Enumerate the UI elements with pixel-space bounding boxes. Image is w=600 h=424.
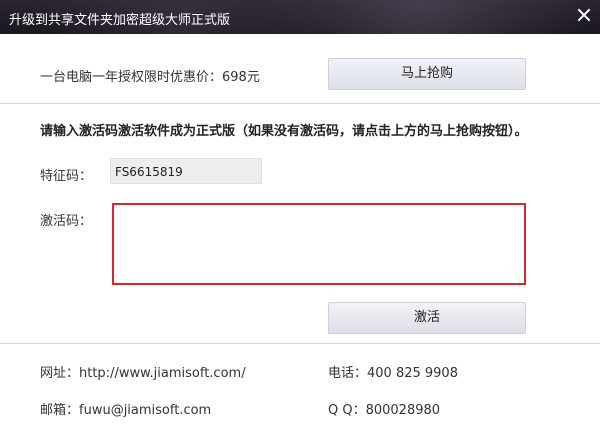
- instruction-text: 请输入激活码激活软件成为正式版（如果没有激活码，请点击上方的马上抢购按钮）。: [40, 124, 528, 139]
- window-title: 升级到共享文件夹加密超级大师正式版: [9, 13, 231, 28]
- website-text: 网址：http://www.jiamisoft.com/: [40, 366, 246, 381]
- divider: [0, 343, 600, 344]
- buy-now-button[interactable]: 马上抢购: [328, 58, 526, 90]
- activation-code-input[interactable]: [112, 203, 526, 285]
- email-text: 邮箱：fuwu@jiamisoft.com: [40, 403, 212, 418]
- price-text: 一台电脑一年授权限时优惠价：698元: [40, 70, 260, 85]
- title-bar: 升级到共享文件夹加密超级大师正式版: [0, 0, 600, 34]
- divider: [0, 103, 600, 104]
- activation-code-label: 激活码：: [40, 214, 93, 229]
- feature-code-field: FS6615819: [110, 158, 262, 184]
- activate-button[interactable]: 激活: [328, 302, 526, 334]
- qq-text: Q Q：800028980: [328, 403, 441, 418]
- close-icon[interactable]: [576, 7, 592, 23]
- phone-text: 电话：400 825 9908: [328, 366, 458, 381]
- feature-code-label: 特征码：: [40, 169, 93, 184]
